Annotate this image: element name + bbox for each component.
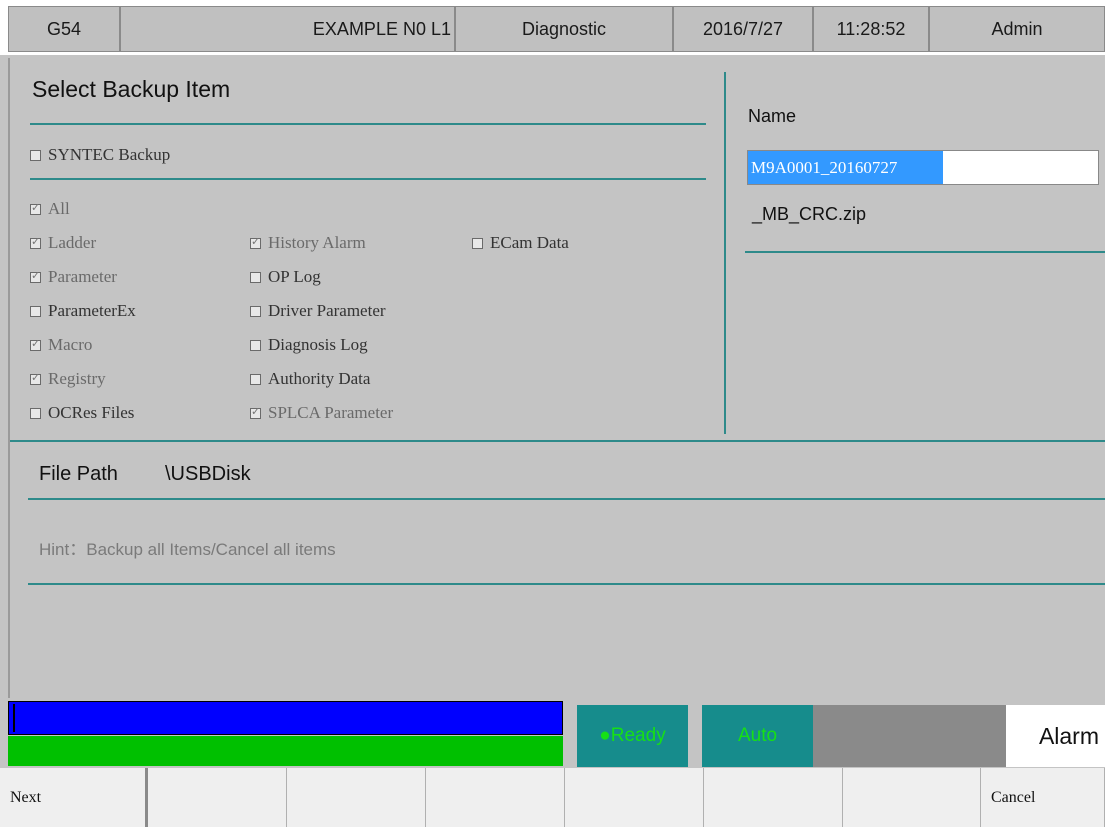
function-key-6[interactable] xyxy=(704,768,843,827)
parameter-checkbox[interactable]: Parameter xyxy=(30,267,117,287)
checkbox-box[interactable] xyxy=(250,405,261,419)
auto-indicator: Auto xyxy=(702,705,813,767)
registry-checkbox[interactable]: Registry xyxy=(30,369,106,389)
progress-bar-blue xyxy=(8,701,563,735)
splca-parameter-checkbox[interactable]: SPLCA Parameter xyxy=(250,403,393,423)
checkbox-label: ParameterEx xyxy=(48,301,136,320)
progress-bar-green xyxy=(8,736,563,766)
alarm-indicator[interactable]: Alarm xyxy=(1006,705,1105,767)
macro-checkbox[interactable]: Macro xyxy=(30,335,92,355)
checkbox-box[interactable] xyxy=(30,407,41,419)
ecam-data-checkbox[interactable]: ECam Data xyxy=(472,233,569,253)
checkbox-box[interactable] xyxy=(30,305,41,317)
user-display: Admin xyxy=(929,6,1105,52)
divider xyxy=(30,178,706,180)
history-alarm-checkbox[interactable]: History Alarm xyxy=(250,233,366,253)
cancel-key[interactable]: Cancel xyxy=(981,768,1105,827)
checkbox-box[interactable] xyxy=(250,235,261,249)
divider xyxy=(10,440,1105,442)
divider xyxy=(28,583,1105,585)
checkbox-label: OP Log xyxy=(268,267,321,286)
divider xyxy=(30,123,706,125)
checkbox-box[interactable] xyxy=(30,337,41,351)
divider xyxy=(745,251,1105,253)
syntec-backup-checkbox[interactable]: SYNTEC Backup xyxy=(30,145,170,165)
checkbox-label: Authority Data xyxy=(268,369,371,388)
header-bar: G54 EXAMPLE N0 L1 Diagnostic 2016/7/27 1… xyxy=(0,0,1105,55)
parameterex-checkbox[interactable]: ParameterEx xyxy=(30,301,136,321)
function-key-4[interactable] xyxy=(426,768,565,827)
file-path-label: File Path xyxy=(39,463,118,485)
checkbox-label: Parameter xyxy=(48,267,117,286)
checkbox-box[interactable] xyxy=(250,339,261,351)
status-slot xyxy=(813,705,1006,767)
function-key-3[interactable] xyxy=(287,768,426,827)
checkbox-label: History Alarm xyxy=(268,233,366,252)
checkbox-box[interactable] xyxy=(30,235,41,249)
mode-label: Diagnostic xyxy=(455,6,673,52)
checkbox-box[interactable] xyxy=(30,269,41,283)
checkbox-label: SPLCA Parameter xyxy=(268,403,394,422)
name-label: Name xyxy=(748,106,797,126)
checkbox-label: Driver Parameter xyxy=(268,301,386,320)
filename-suffix: _MB_CRC.zip xyxy=(752,204,867,224)
status-bar: ●Ready Auto Alarm xyxy=(0,699,1105,767)
program-name: EXAMPLE N0 L1 xyxy=(120,6,455,52)
authority-data-checkbox[interactable]: Authority Data xyxy=(250,369,370,389)
checkbox-label: Registry xyxy=(48,369,106,388)
date-display: 2016/7/27 xyxy=(673,6,813,52)
checkbox-box[interactable] xyxy=(30,371,41,385)
function-key-2[interactable] xyxy=(148,768,287,827)
checkbox-label: Macro xyxy=(48,335,93,354)
ladder-checkbox[interactable]: Ladder xyxy=(30,233,96,253)
backup-panel: Select Backup Item SYNTEC Backup All Lad… xyxy=(8,58,1105,698)
checkbox-box[interactable] xyxy=(472,237,483,249)
function-key-7[interactable] xyxy=(843,768,981,827)
ocres-files-checkbox[interactable]: OCRes Files xyxy=(30,403,134,423)
all-checkbox[interactable]: All xyxy=(30,199,70,219)
diagnosis-log-checkbox[interactable]: Diagnosis Log xyxy=(250,335,368,355)
file-path-value: \USBDisk xyxy=(165,463,251,485)
checkbox-box[interactable] xyxy=(250,373,261,385)
coordinate-system: G54 xyxy=(8,6,120,52)
driver-parameter-checkbox[interactable]: Driver Parameter xyxy=(250,301,386,321)
checkbox-label: Diagnosis Log xyxy=(268,335,368,354)
divider xyxy=(28,498,1105,500)
time-display: 11:28:52 xyxy=(813,6,929,52)
checkbox-box[interactable] xyxy=(250,271,261,283)
function-key-bar: Next Cancel xyxy=(0,768,1105,827)
checkbox-label: Ladder xyxy=(48,233,97,252)
filename-input[interactable] xyxy=(747,150,1099,185)
function-key-5[interactable] xyxy=(565,768,704,827)
next-key[interactable]: Next xyxy=(0,768,148,827)
ready-indicator: ●Ready xyxy=(577,705,688,767)
checkbox-label: ECam Data xyxy=(490,233,569,252)
vertical-divider xyxy=(724,72,726,434)
checkbox-label: OCRes Files xyxy=(48,403,135,422)
select-backup-title: Select Backup Item xyxy=(32,76,231,102)
hint-text: Hint：Backup all Items/Cancel all items xyxy=(39,540,336,559)
op-log-checkbox[interactable]: OP Log xyxy=(250,267,321,287)
checkbox-box[interactable] xyxy=(250,305,261,317)
